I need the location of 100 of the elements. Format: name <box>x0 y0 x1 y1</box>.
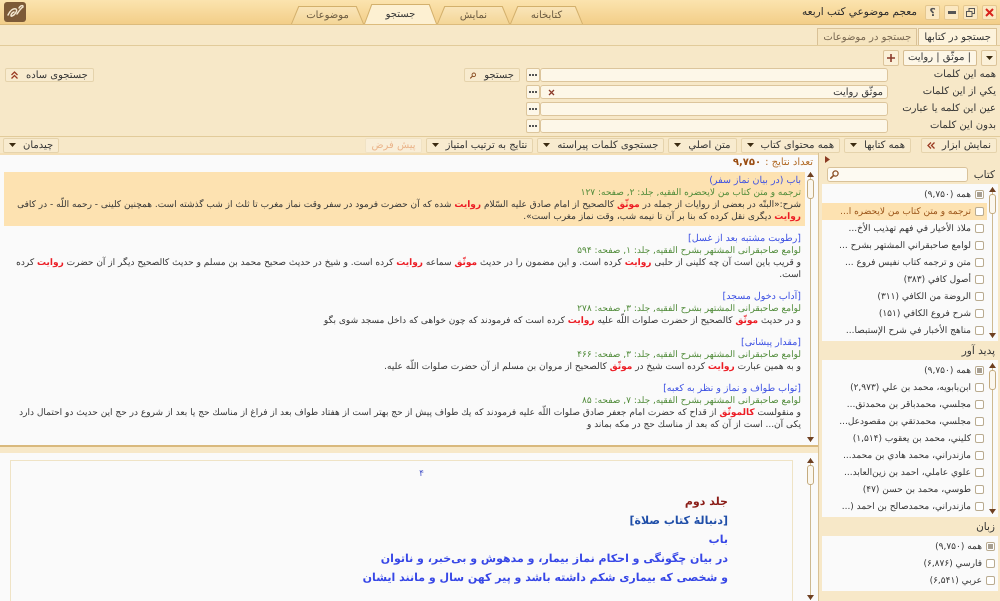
result-item[interactable] <box>4 172 805 226</box>
checkbox[interactable] <box>975 366 984 375</box>
checkbox[interactable] <box>975 417 984 426</box>
facet-item[interactable]: عربي (۶,۵۴۱) <box>822 572 998 589</box>
checkbox[interactable] <box>975 468 984 477</box>
facet-item[interactable]: ترجمه و متن كتاب من لايحضره ا... <box>822 203 987 220</box>
scrollbar-thumb[interactable] <box>989 194 996 214</box>
facet-item[interactable]: مجلسي، محمدباقر بن محمدتق... <box>822 396 987 413</box>
dropdown-button[interactable]: جستجوی كلمات پيراسته <box>537 138 664 152</box>
checkbox[interactable] <box>975 207 984 216</box>
facet-item[interactable]: فارسي (۶,۸۷۶) <box>822 555 998 572</box>
checkbox[interactable] <box>975 275 984 284</box>
scrollbar-thumb[interactable] <box>807 465 814 485</box>
checkbox[interactable] <box>975 309 984 318</box>
more-button[interactable] <box>526 119 540 133</box>
facet-item[interactable]: متن و ترجمه كتاب نفيس فروع ... <box>822 254 987 271</box>
search-tab[interactable]: جستجو در موضوعات <box>817 28 918 45</box>
main-tab[interactable]: نمايش <box>437 6 510 24</box>
facet-item[interactable]: ابن‌بابويه، محمد بن علي (۲,۹۷۳) <box>822 379 987 396</box>
result-item[interactable]: [آداب دخول مسجد] لوامع صاحبقرانى المشتهر بشرح الفقيه, جلد: ۳, صفحه: ۲۷۸ و در حديث موثّق كالصحيح از حضرت صلوات اللّه عليه روايت كرده است كه فرمودند كه چون خواهى كه داخل مسجد شوى بگو <box>4 288 805 330</box>
layout-button[interactable]: چيدمان <box>3 138 60 152</box>
search-button[interactable]: جستجو <box>464 68 520 82</box>
scrollbar-thumb[interactable] <box>989 370 996 390</box>
result-count: ۹,۷۵۰ <box>732 157 762 168</box>
more-button[interactable] <box>526 68 540 82</box>
dropdown-button[interactable]: همه محتوای كتاب <box>740 138 840 152</box>
scroll-up-icon[interactable] <box>989 363 996 368</box>
facet-item[interactable]: مازندراني، محمد هادي بن محمد... <box>822 447 987 464</box>
scroll-up-icon[interactable] <box>807 172 814 177</box>
scrollbar[interactable] <box>987 186 998 339</box>
main-tab[interactable]: موضوعات <box>291 6 364 24</box>
facet-item[interactable]: همه (۹,۷۵۰) <box>822 362 987 379</box>
facet-item[interactable]: الروضة من الكافي (۳۱۱) <box>822 288 987 305</box>
result-snippet: شرح:«البتّه در بعضى از روايات از جمله در موثّق كالصحيح از امام صادق عليه السّلام روايت شده كه آن حضرت فرمود در سفر وقت نماز مغرب تا ثلث از شب گذشته است. همچنين كلينى - رحمه اللّه - در كافى روايت ديگرى نقل كرده كه بنا بر آن تا نيمه شب، وقت نماز مغرب است». <box>8 199 801 223</box>
facet-item[interactable]: مناهج الأخبار في شرح الإستبصا... <box>822 322 987 339</box>
clear-icon[interactable] <box>548 88 554 96</box>
dropdown-button[interactable]: نتايج به ترتيب امتياز <box>426 138 534 152</box>
scroll-up-icon[interactable] <box>807 458 814 463</box>
close-button[interactable] <box>982 4 997 20</box>
scroll-down-icon[interactable] <box>807 595 814 600</box>
facet-item[interactable]: مازندراني، محمدصالح بن احمد (... <box>822 498 987 515</box>
checkbox[interactable] <box>975 326 984 335</box>
input-field[interactable] <box>540 102 888 116</box>
scroll-down-icon[interactable] <box>807 437 814 442</box>
caret-down-icon <box>543 143 550 147</box>
minimize-icon <box>948 10 956 14</box>
caret-right-icon[interactable] <box>825 156 830 162</box>
facet-item[interactable]: همه (۹,۷۵۰) <box>822 186 987 203</box>
checkbox[interactable] <box>975 258 984 267</box>
checkbox[interactable] <box>975 502 984 511</box>
result-snippet: و در حديث موثّق كالصحيح از حضرت صلوات اللّه عليه روايت كرده است كه فرمودند كه چون خواهى كه داخل مسجد شوى بگو <box>8 315 801 327</box>
scrollbar[interactable] <box>987 362 998 515</box>
help-button[interactable]: ؟ <box>925 4 940 20</box>
show-tools-button[interactable]: نمايش ابزار <box>920 138 997 152</box>
checkbox[interactable] <box>986 542 995 551</box>
simple-search-button[interactable]: جستجوی ساده <box>5 68 94 82</box>
main-tab[interactable]: كتابخانه <box>510 6 583 24</box>
facet-item[interactable]: همه (۹,۷۵۰) <box>822 538 998 555</box>
checkbox[interactable] <box>975 224 984 233</box>
scroll-down-icon[interactable] <box>989 509 996 514</box>
scrollbar-thumb[interactable] <box>807 179 814 199</box>
main-tab[interactable]: جستجو <box>364 4 437 24</box>
checkbox[interactable] <box>975 400 984 409</box>
dropdown-button[interactable] <box>981 50 997 66</box>
more-button[interactable] <box>526 102 540 116</box>
more-button[interactable] <box>526 85 540 99</box>
caret-down-icon <box>9 143 16 147</box>
result-item[interactable]: [مقدار پيشانى] لوامع صاحبقرانى المشتهر بشرح الفقيه, جلد: ۳, صفحه: ۴۶۶ و به همين عبارت روايت كرده است شيخ در موثّق كالصحيح از مروان بن مسلم از آن حضرت صلوات اللّه عليه. <box>4 334 805 376</box>
dropdown-button[interactable]: متن اصلي <box>668 138 736 152</box>
input-field[interactable]: موثّق روايت <box>540 85 888 99</box>
query-tab[interactable]: | موثّق | روايت <box>903 50 977 66</box>
checkbox[interactable] <box>986 576 995 585</box>
input-field[interactable] <box>540 68 888 82</box>
facet-item[interactable]: لوامع صاحبقراني المشتهر بشرح ... <box>822 237 987 254</box>
facet-item[interactable]: علوي عاملي، احمد بن زين‌العابد... <box>822 464 987 481</box>
search-field[interactable] <box>827 167 968 182</box>
checkbox[interactable] <box>975 292 984 301</box>
facet-item[interactable]: كليني، محمد بن يعقوب (۱,۵۱۴) <box>822 430 987 447</box>
checkbox[interactable] <box>975 485 984 494</box>
checkbox[interactable] <box>975 190 984 199</box>
dropdown-button[interactable]: همه كتابها <box>844 138 911 152</box>
checkbox[interactable] <box>975 451 984 460</box>
facet-item[interactable]: ملاذ الأخيار في فهم تهذيب الأخ... <box>822 220 987 237</box>
input-field[interactable] <box>540 119 888 133</box>
caret-down-icon <box>986 56 992 60</box>
checkbox[interactable] <box>975 241 984 250</box>
minimize-button[interactable] <box>944 4 959 20</box>
facet-item[interactable]: أصول كافي (۳۸۳) <box>822 271 987 288</box>
checkbox[interactable] <box>986 559 995 568</box>
checkbox[interactable] <box>975 434 984 443</box>
scroll-up-icon[interactable] <box>989 187 996 192</box>
facet-item[interactable]: مجلسي، محمدتقي بن مقصودعل... <box>822 413 987 430</box>
search-tab[interactable]: جستجو در كتابها <box>918 28 997 45</box>
facet-item[interactable]: طوسي، محمد بن حسن (۴۷) <box>822 481 987 498</box>
preview-text: باب <box>708 532 728 548</box>
checkbox[interactable] <box>975 383 984 392</box>
restore-button[interactable] <box>963 4 978 20</box>
scroll-down-icon[interactable] <box>989 333 996 338</box>
facet-item[interactable]: شرح فروع الكافي (۱۵۱) <box>822 305 987 322</box>
add-tab-button[interactable] <box>883 50 899 66</box>
